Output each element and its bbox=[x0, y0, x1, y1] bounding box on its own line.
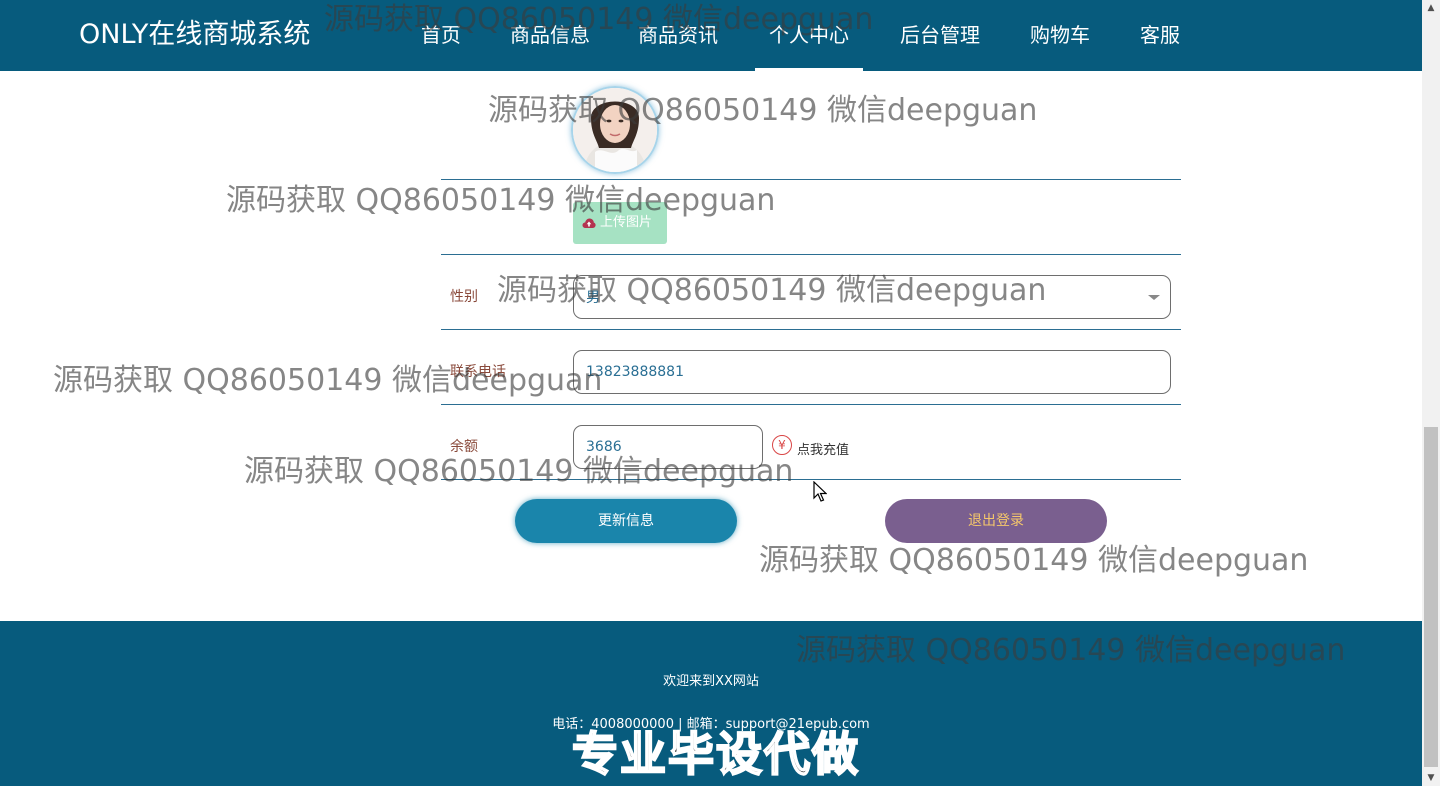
nav-home[interactable]: 首页 bbox=[418, 0, 464, 71]
nav-cart[interactable]: 购物车 bbox=[1026, 0, 1094, 71]
nav-products[interactable]: 商品信息 bbox=[505, 0, 595, 71]
nav-personal-center[interactable]: 个人中心 bbox=[755, 0, 863, 71]
scroll-up-arrow-icon[interactable]: ▲ bbox=[1422, 0, 1440, 16]
footer-welcome: 欢迎来到XX网站 bbox=[663, 674, 759, 689]
watermark-text: 源码获取 QQ86050149 微信deepguan bbox=[759, 543, 1309, 578]
balance-input[interactable] bbox=[573, 425, 763, 469]
avatar-image bbox=[573, 88, 657, 172]
yen-icon: ¥ bbox=[772, 435, 792, 455]
site-brand[interactable]: ONLY在线商城系统 bbox=[79, 17, 310, 53]
nav-admin[interactable]: 后台管理 bbox=[895, 0, 985, 71]
divider bbox=[441, 179, 1181, 180]
nav-customer-service[interactable]: 客服 bbox=[1137, 0, 1183, 71]
watermark-banner: 专业毕设代做 bbox=[571, 726, 860, 782]
gender-label: 性别 bbox=[450, 289, 478, 305]
watermark-text: 源码获取 QQ86050149 微信deepguan bbox=[53, 363, 603, 398]
gender-select-value: 男 bbox=[586, 290, 600, 306]
scrollbar[interactable]: ▲ ▼ bbox=[1422, 0, 1440, 786]
divider bbox=[441, 479, 1181, 480]
logout-button[interactable]: 退出登录 bbox=[885, 499, 1107, 543]
phone-label: 联系电话 bbox=[450, 364, 506, 380]
mouse-cursor-icon bbox=[813, 481, 827, 502]
divider bbox=[441, 404, 1181, 405]
top-navbar: ONLY在线商城系统 首页 商品信息 商品资讯 个人中心 后台管理 购物车 客服 bbox=[0, 0, 1422, 71]
upload-image-label: 上传图片 bbox=[600, 215, 653, 230]
recharge-label: 点我充值 bbox=[797, 443, 850, 458]
divider bbox=[441, 329, 1181, 330]
update-info-button[interactable]: 更新信息 bbox=[515, 499, 737, 543]
scroll-down-arrow-icon[interactable]: ▼ bbox=[1422, 770, 1440, 786]
chevron-down-icon bbox=[1148, 295, 1160, 300]
balance-label: 余额 bbox=[450, 439, 478, 455]
nav-news[interactable]: 商品资讯 bbox=[633, 0, 723, 71]
cloud-upload-icon bbox=[582, 218, 596, 228]
gender-select[interactable]: 男 bbox=[573, 275, 1171, 319]
scroll-thumb[interactable] bbox=[1424, 427, 1438, 767]
divider bbox=[441, 254, 1181, 255]
avatar bbox=[571, 86, 659, 174]
upload-image-button[interactable]: 上传图片 bbox=[573, 202, 667, 244]
watermark-text: 源码获取 QQ86050149 微信deepguan bbox=[226, 183, 776, 218]
phone-input[interactable] bbox=[573, 350, 1171, 394]
